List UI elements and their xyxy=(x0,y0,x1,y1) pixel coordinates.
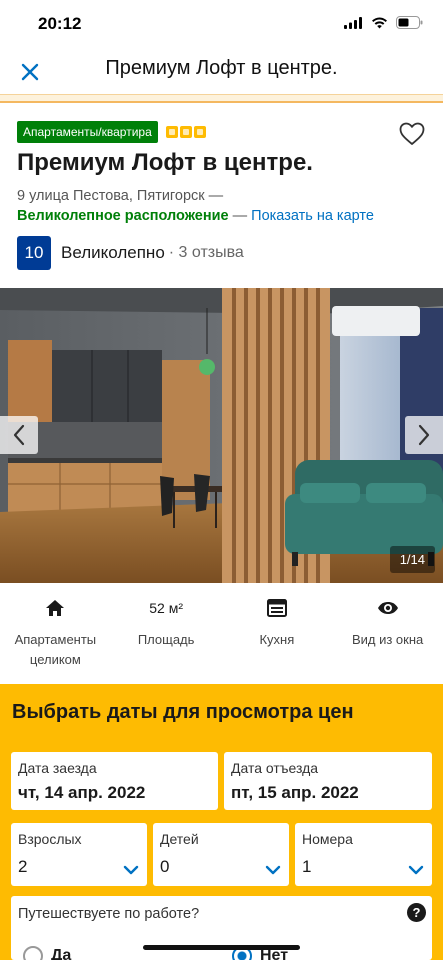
photo-gallery[interactable]: 1/14 xyxy=(0,288,443,583)
location-separator: — xyxy=(228,208,252,224)
facility-label: Вид из окна xyxy=(351,632,424,647)
chevron-left-icon xyxy=(13,424,25,446)
facility-label: Площадь xyxy=(137,632,195,647)
review-score[interactable]: 10 Великолепно · 3 отзыва xyxy=(17,236,244,270)
checkin-value: чт, 14 апр. 2022 xyxy=(18,783,146,802)
star-icon xyxy=(179,126,192,138)
home-icon xyxy=(46,600,65,616)
chevron-down-icon xyxy=(408,865,424,875)
children-label: Детей xyxy=(160,831,199,847)
rooms-label: Номера xyxy=(302,831,353,847)
gallery-prev-button[interactable] xyxy=(0,416,38,454)
checkin-label: Дата заезда xyxy=(18,760,97,776)
status-bar: 20:12 xyxy=(0,0,443,48)
property-title: Премиум Лофт в центре. xyxy=(17,149,313,176)
battery-icon xyxy=(396,16,423,29)
booking-title: Выбрать даты для просмотра цен xyxy=(12,701,354,723)
adults-select[interactable]: Взрослых 2 xyxy=(11,823,147,886)
star-icon xyxy=(193,126,206,138)
review-count: · 3 отзыва xyxy=(168,244,244,261)
property-address: 9 улица Пестова, Пятигорск — xyxy=(17,188,224,204)
adults-label: Взрослых xyxy=(18,831,82,847)
facility-label: Кухня xyxy=(259,632,295,647)
facility-entire-apartment: Апартаменты целиком xyxy=(0,583,111,675)
facility-kitchen: Кухня xyxy=(222,583,333,675)
nav-title: Премиум Лофт в центре. xyxy=(105,57,338,79)
adults-value: 2 xyxy=(18,857,28,876)
rooms-value: 1 xyxy=(302,857,312,876)
score-badge: 10 xyxy=(17,236,51,270)
date-search-box: Выбрать даты для просмотра цен Дата заез… xyxy=(0,684,443,960)
location-line: Великолепное расположение — Показать на … xyxy=(17,208,374,224)
chevron-down-icon xyxy=(123,865,139,875)
radio-unselected-icon xyxy=(23,946,43,960)
location-rating: Великолепное расположение xyxy=(17,208,229,224)
property-badges: Апартаменты/квартира xyxy=(17,121,206,143)
facility-view: Вид из окна xyxy=(332,583,443,675)
checkout-value: пт, 15 апр. 2022 xyxy=(231,783,359,802)
wifi-icon xyxy=(372,17,387,29)
nav-header: Премиум Лофт в центре. xyxy=(0,48,443,94)
home-indicator[interactable] xyxy=(143,945,300,950)
checkout-field[interactable]: Дата отъезда пт, 15 апр. 2022 xyxy=(224,752,432,810)
business-yes-radio[interactable]: Да xyxy=(23,946,71,960)
business-travel-question: Путешествуете по работе? xyxy=(18,906,200,922)
gallery-counter: 1/14 xyxy=(389,546,435,573)
gallery-next-button[interactable] xyxy=(405,416,443,454)
radio-yes-label: Да xyxy=(51,947,72,960)
eye-icon xyxy=(377,602,398,614)
property-type-badge: Апартаменты/квартира xyxy=(17,121,158,143)
heart-icon xyxy=(399,122,425,145)
facility-label: Апартаменты целиком xyxy=(14,632,97,667)
business-travel-box: Путешествуете по работе? ? Да Нет xyxy=(11,896,432,960)
kitchen-icon xyxy=(266,599,287,617)
facility-area: 52 м² Площадь xyxy=(111,583,222,675)
checkout-label: Дата отъезда xyxy=(231,760,319,776)
status-time: 20:12 xyxy=(38,14,82,33)
star-rating xyxy=(165,126,206,138)
score-word: Великолепно xyxy=(61,243,165,262)
show-on-map-link[interactable]: Показать на карте xyxy=(251,208,374,224)
favorite-button[interactable] xyxy=(399,122,425,146)
area-value: 52 м² xyxy=(149,600,183,616)
checkin-field[interactable]: Дата заезда чт, 14 апр. 2022 xyxy=(11,752,218,810)
help-icon[interactable]: ? xyxy=(407,903,426,922)
children-value: 0 xyxy=(160,857,170,876)
facilities-row: Апартаменты целиком 52 м² Площадь Кухня … xyxy=(0,583,443,675)
apartment-photo xyxy=(0,288,443,583)
star-icon xyxy=(165,126,178,138)
chevron-down-icon xyxy=(265,865,281,875)
cellular-signal-icon xyxy=(344,16,362,29)
rooms-select[interactable]: Номера 1 xyxy=(295,823,432,886)
chevron-right-icon xyxy=(418,424,430,446)
header-divider xyxy=(0,94,443,103)
status-icons xyxy=(344,16,423,29)
children-select[interactable]: Детей 0 xyxy=(153,823,289,886)
